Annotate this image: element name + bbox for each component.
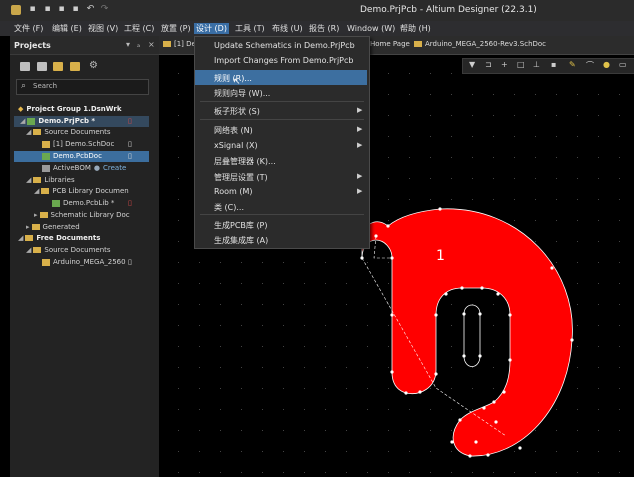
line-icon[interactable]: ▪ [551,60,556,69]
route-icon[interactable]: ⊐ [485,60,492,69]
menu-separator [200,119,364,120]
menu-separator [200,214,364,215]
filter-icon[interactable]: ▼ [469,60,475,69]
menu-item-label: xSignal (X) [214,141,258,150]
place-icon[interactable]: ⊥ [533,60,540,69]
menu-item-label: 网络表 (N) [214,126,253,135]
menu-item-label: 生成PCB库 (P) [214,221,268,230]
add-icon[interactable]: + [501,60,508,69]
pencil-icon[interactable]: ✎ [569,60,576,69]
menu-item-label: 板子形状 (S) [214,107,260,116]
menu-item-label: Import Changes From Demo.PrjPcb [214,56,354,65]
menu-item-label: 类 (C)... [214,203,244,212]
menu-item-label: Room (M) [214,187,253,196]
menu-item-label: 层叠管理器 (K)... [214,157,276,166]
menu-item-label: Update Schematics in Demo.PrjPcb [214,41,355,50]
submenu-arrow-icon: ▶ [357,106,363,114]
arc-icon[interactable]: ⌒ [586,60,594,71]
submenu-arrow-icon: ▶ [357,141,363,149]
menu-item-label: 管理层设置 (T) [214,173,268,182]
menu-item-label: 生成集成库 (A) [214,236,269,245]
submenu-arrow-icon: ▶ [357,187,363,195]
text-icon[interactable]: ● [603,60,610,69]
pad-hole [463,304,481,367]
menu-item-label: 规则向导 (W)... [214,89,271,98]
pad-designator: 1 [436,248,445,264]
submenu-arrow-icon: ▶ [357,172,363,180]
pad-icon[interactable]: ▭ [619,60,627,69]
rectangle-icon[interactable]: □ [517,60,525,69]
submenu-arrow-icon: ▶ [357,125,363,133]
